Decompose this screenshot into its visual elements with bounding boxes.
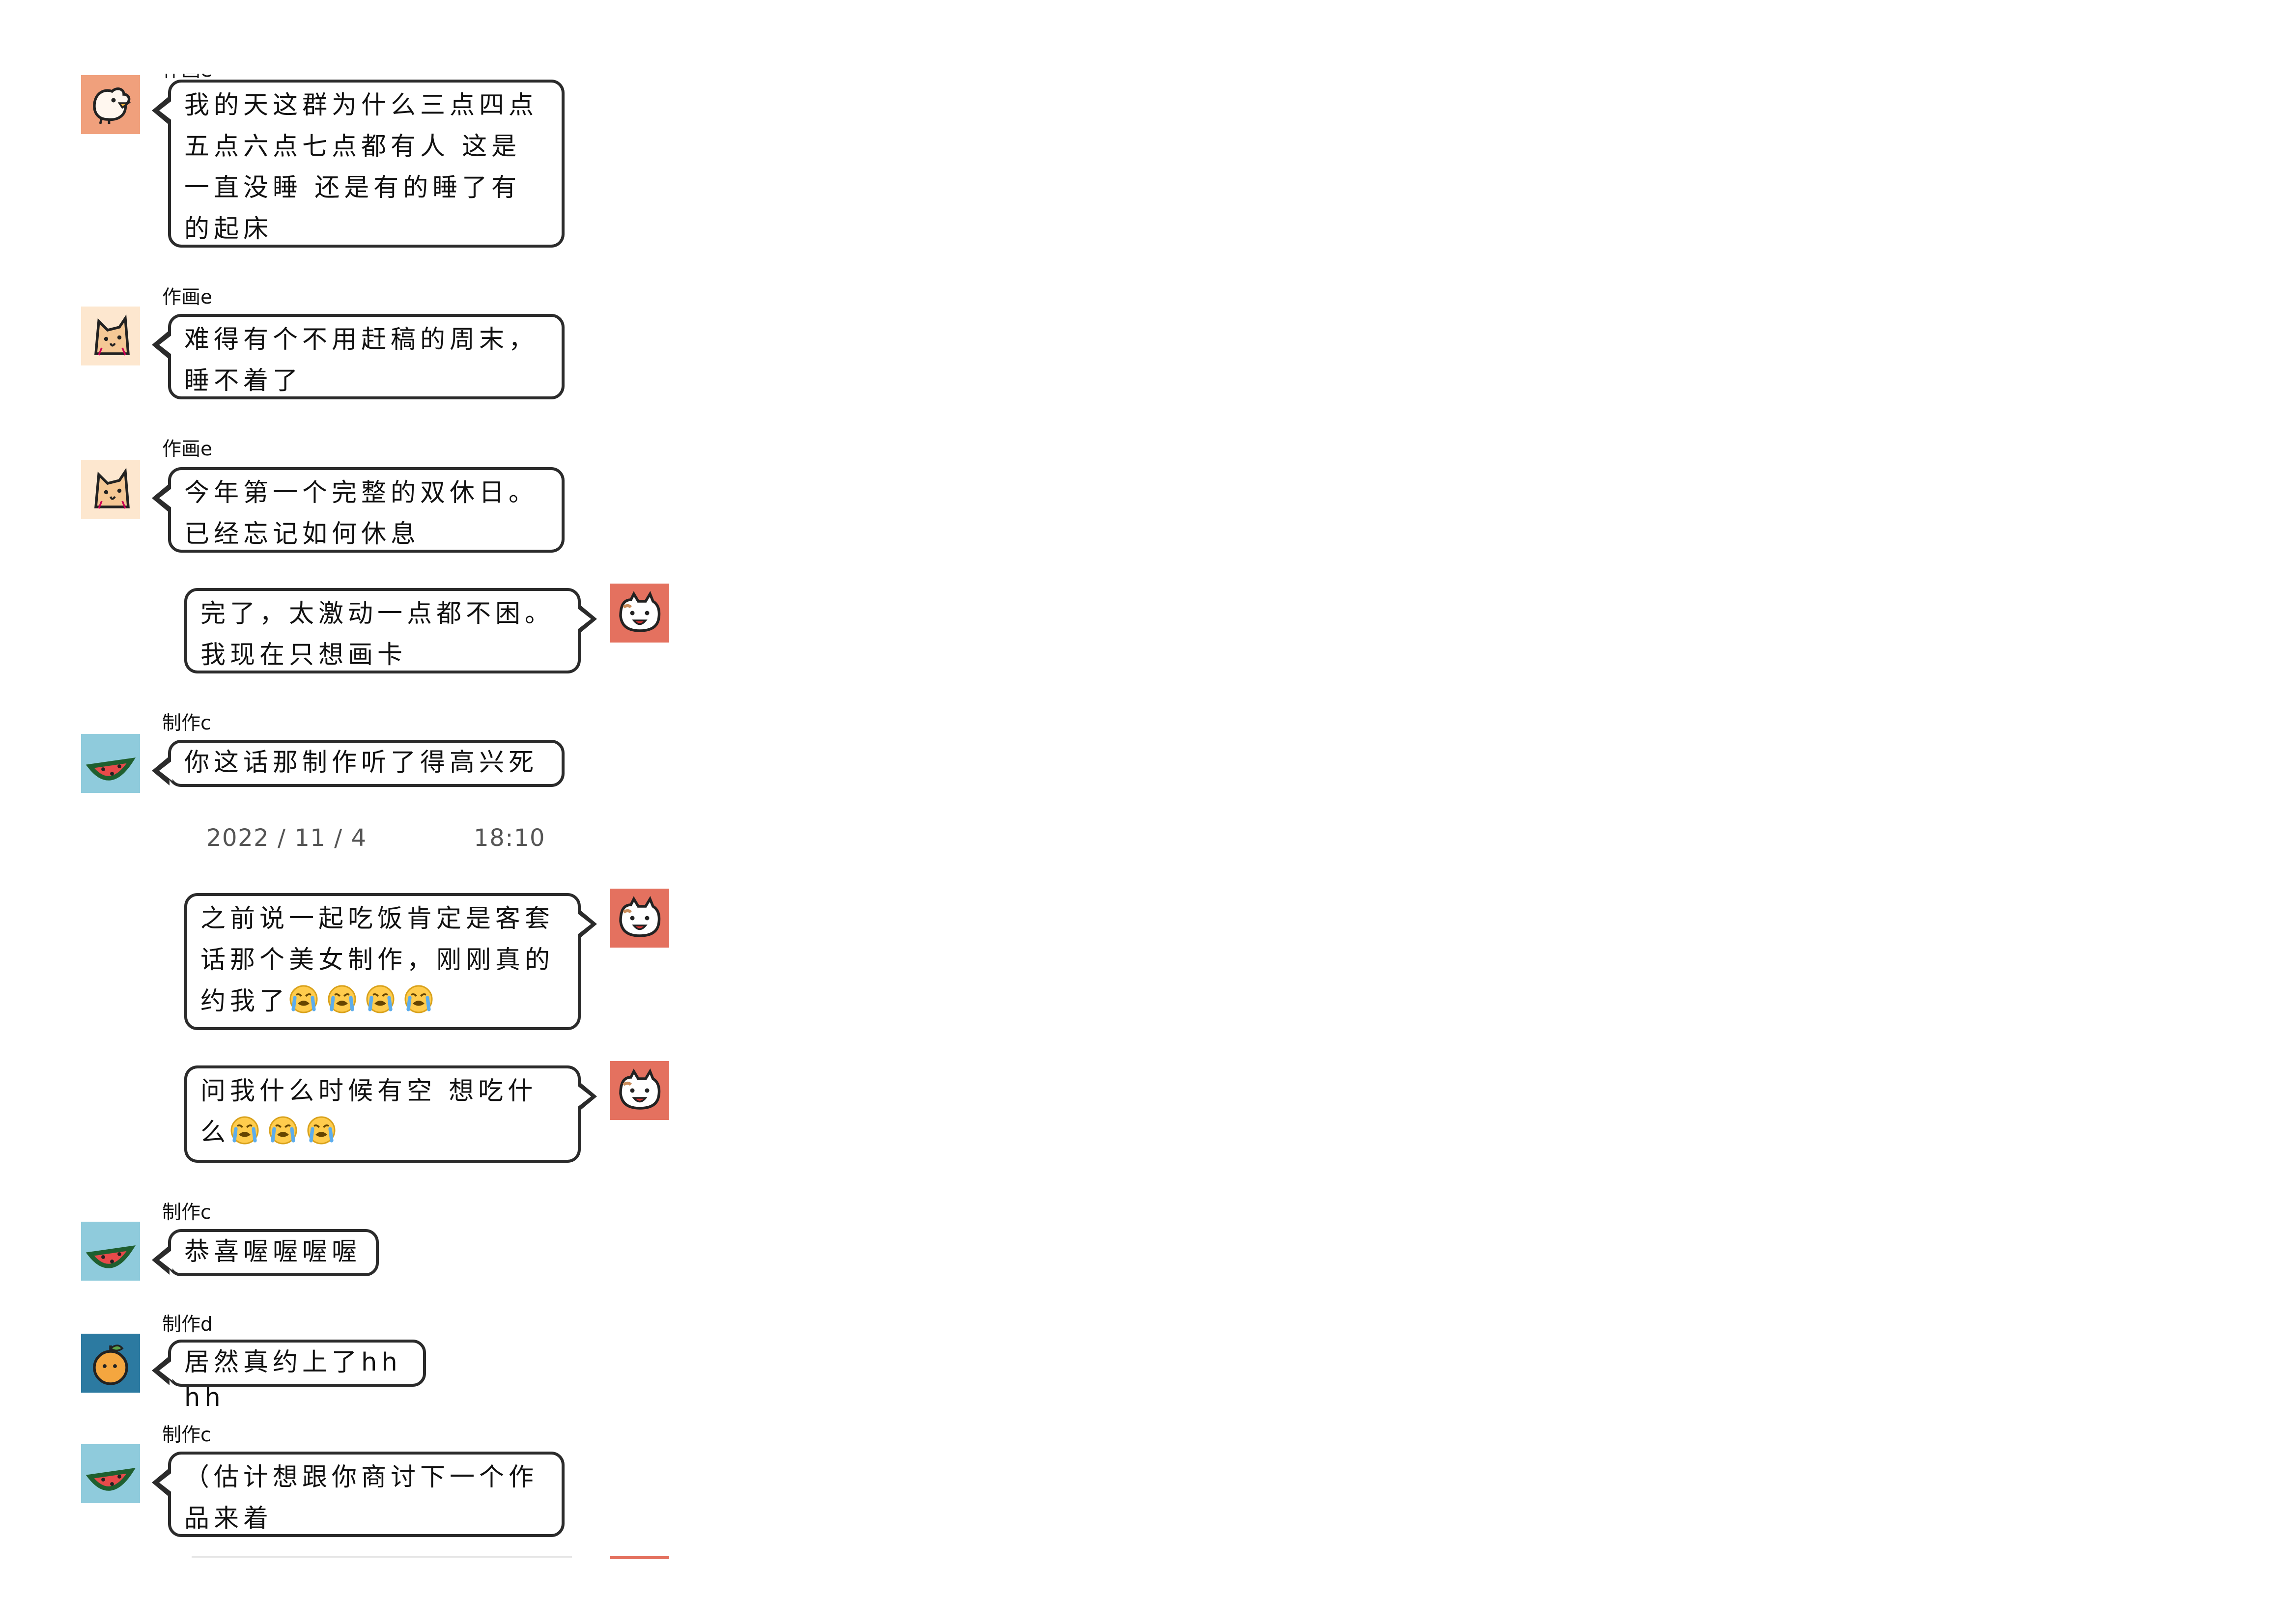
chick-avatar-icon[interactable] <box>81 75 140 134</box>
watermelon-avatar-icon[interactable] <box>81 1222 140 1281</box>
message-bubble-self[interactable]: 之前说一起吃饭肯定是客套话那个美女制作，刚刚真的约我了 <box>184 893 597 1030</box>
watermelon-avatar-icon[interactable] <box>81 734 140 793</box>
sender-name: 制作d <box>162 1315 213 1337</box>
timestamp-time: 18:10 <box>474 824 545 852</box>
grinning-cat-avatar-icon[interactable] <box>610 584 669 643</box>
cat-avatar-icon[interactable] <box>81 460 140 519</box>
chat-scroll-area[interactable]: 作画e 我的天这群为什么三点四点五点六点七点都有人 这是一直没睡 还是有的睡了有… <box>0 74 825 1559</box>
message-timestamp: 2022 / 11 / 4 18:10 <box>206 824 545 859</box>
sender-name: 作画e <box>162 287 212 309</box>
loudly-crying-face-icon <box>289 984 318 1014</box>
loudly-crying-face-icon <box>230 1116 259 1145</box>
loudly-crying-face-icon <box>307 1116 336 1145</box>
next-avatar-cutoff <box>610 1556 669 1559</box>
message-bubble[interactable]: 今年第一个完整的双休日。已经忘记如何休息 <box>152 467 565 553</box>
orange-avatar-icon[interactable] <box>81 1334 140 1393</box>
message-bubble-self[interactable]: 问我什么时候有空 想吃什么 <box>184 1065 597 1163</box>
grinning-cat-avatar-icon[interactable] <box>610 1061 669 1120</box>
loudly-crying-face-icon <box>268 1116 298 1145</box>
loudly-crying-face-icon <box>366 984 395 1014</box>
loudly-crying-face-icon <box>404 984 433 1014</box>
watermelon-avatar-icon[interactable] <box>81 1444 140 1503</box>
sender-name: 制作c <box>162 1425 211 1447</box>
cat-avatar-icon[interactable] <box>81 307 140 365</box>
message-bubble[interactable]: 我的天这群为什么三点四点五点六点七点都有人 这是一直没睡 还是有的睡了有的起床 <box>152 80 565 248</box>
message-list: 作画e 我的天这群为什么三点四点五点六点七点都有人 这是一直没睡 还是有的睡了有… <box>0 74 825 1559</box>
loudly-crying-face-icon <box>327 984 357 1014</box>
message-bubble-self[interactable]: 完了，太激动一点都不困。我现在只想画卡 <box>184 588 597 673</box>
sender-name: 制作c <box>162 1203 211 1225</box>
sender-name: 制作c <box>162 713 211 735</box>
message-bubble[interactable]: 难得有个不用赶稿的周末，睡不着了 <box>152 314 565 399</box>
message-bubble[interactable]: 居然真约上了hhhh <box>152 1340 426 1413</box>
timestamp-date: 2022 / 11 / 4 <box>206 824 367 852</box>
sender-name: 作画e <box>162 439 212 461</box>
message-bubble[interactable]: （估计想跟你商讨下一个作品来着 <box>152 1452 565 1537</box>
grinning-cat-avatar-icon[interactable] <box>610 889 669 948</box>
message-bubble[interactable]: 你这话那制作听了得高兴死 <box>152 740 565 787</box>
message-bubble[interactable]: 恭喜喔喔喔喔 <box>152 1229 379 1276</box>
next-message-cutoff <box>192 1556 572 1558</box>
